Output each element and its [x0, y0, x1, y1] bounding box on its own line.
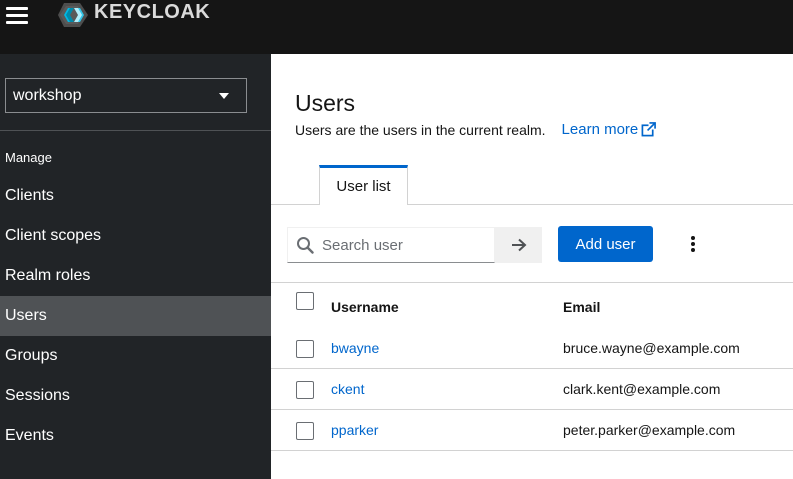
top-header: KEYCLOAK: [0, 0, 793, 54]
realm-name: workshop: [13, 86, 82, 104]
sidebar-item-label: Users: [5, 307, 47, 324]
brand-name: KEYCLOAK: [94, 0, 211, 23]
add-user-button[interactable]: Add user: [558, 226, 653, 262]
main-content: Users Users are the users in the current…: [271, 54, 793, 479]
sidebar-item-users[interactable]: Users: [0, 296, 271, 336]
add-user-label: Add user: [575, 235, 636, 253]
brand[interactable]: KEYCLOAK: [58, 0, 210, 30]
email-cell: bruce.wayne@example.com: [563, 340, 740, 356]
username-link[interactable]: bwayne: [331, 340, 379, 356]
page-title: Users: [295, 90, 356, 116]
sidebar-item-label: Groups: [5, 347, 58, 364]
arrow-right-icon: [511, 238, 526, 252]
tab-user-list[interactable]: User list: [319, 165, 408, 205]
learn-more-link[interactable]: Learn more: [562, 121, 657, 138]
column-header-username[interactable]: Username: [331, 299, 399, 315]
row-checkbox[interactable]: [296, 381, 314, 399]
sidebar: workshop Manage Clients Client scopes Re…: [0, 54, 271, 479]
description-text: Users are the users in the current realm…: [295, 121, 546, 138]
sidebar-item-label: Clients: [5, 187, 54, 204]
sidebar-item-realm-roles[interactable]: Realm roles: [0, 256, 271, 296]
column-header-email[interactable]: Email: [563, 299, 600, 315]
sidebar-item-label: Events: [5, 427, 54, 444]
keycloak-logo: [58, 3, 88, 27]
row-checkbox[interactable]: [296, 340, 314, 358]
row-checkbox[interactable]: [296, 422, 314, 440]
sidebar-item-groups[interactable]: Groups: [0, 336, 271, 376]
kebab-icon[interactable]: [689, 234, 697, 254]
learn-more-label: Learn more: [561, 121, 639, 138]
sidebar-item-clients[interactable]: Clients: [0, 176, 271, 216]
sidebar-item-events[interactable]: Events: [0, 416, 271, 456]
table-row: pparker peter.parker@example.com: [271, 410, 793, 451]
page-description: Users are the users in the current realm…: [295, 121, 657, 138]
email-cell: clark.kent@example.com: [563, 381, 721, 397]
tab-label: User list: [336, 178, 391, 195]
table-divider: [271, 282, 793, 283]
caret-down-icon: [219, 93, 229, 99]
username-link[interactable]: ckent: [331, 381, 364, 397]
sidebar-item-client-scopes[interactable]: Client scopes: [0, 216, 271, 256]
realm-selector[interactable]: workshop: [5, 78, 247, 113]
search-icon: [297, 237, 314, 254]
sidebar-divider: [0, 130, 271, 131]
table-row: bwayne bruce.wayne@example.com: [271, 328, 793, 369]
username-link[interactable]: pparker: [331, 422, 378, 438]
search-box: [287, 227, 495, 263]
search-input[interactable]: [322, 236, 492, 254]
nav-section-manage: Manage: [5, 150, 52, 165]
select-all-checkbox[interactable]: [296, 292, 314, 310]
sidebar-item-label: Realm roles: [5, 267, 91, 284]
table-row: ckent clark.kent@example.com: [271, 369, 793, 410]
external-link-icon: [641, 122, 657, 137]
sidebar-item-label: Sessions: [5, 387, 70, 404]
sidebar-item-sessions[interactable]: Sessions: [0, 376, 271, 416]
search-submit-button[interactable]: [495, 227, 542, 263]
menu-icon[interactable]: [6, 4, 28, 26]
sidebar-item-label: Client scopes: [5, 227, 102, 244]
email-cell: peter.parker@example.com: [563, 422, 736, 438]
